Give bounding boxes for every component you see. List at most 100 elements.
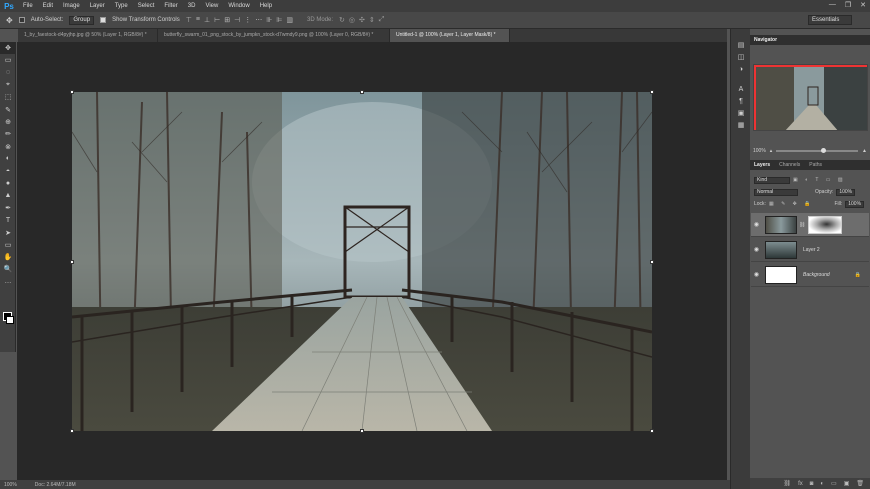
healing-tool-icon[interactable]: ⊕ — [0, 116, 16, 128]
add-mask-icon[interactable]: ◙ — [810, 481, 814, 487]
auto-select-checkbox[interactable] — [18, 17, 25, 23]
layer-row-3[interactable]: ◉ Background 🔒 — [751, 263, 869, 287]
auto-align-icon[interactable]: ▥ — [286, 16, 293, 24]
align-left-icon[interactable]: ⊢ — [214, 16, 220, 24]
tab-doc-2[interactable]: butterfly_swarm_01_png_stock_by_jumpkn_s… — [158, 29, 390, 42]
quick-select-tool-icon[interactable]: ⌖ — [0, 79, 16, 91]
transform-handle-tr[interactable] — [650, 90, 654, 94]
transform-handle-tc[interactable] — [360, 90, 364, 94]
fx-icon[interactable]: fx — [798, 481, 803, 487]
navigator-view-box[interactable] — [754, 65, 867, 130]
adjustment-layer-icon[interactable]: ◐ — [820, 481, 824, 487]
gradient-tool-icon[interactable]: ● — [0, 177, 16, 189]
libraries-icon[interactable]: ▣ — [731, 107, 751, 119]
history-brush-tool-icon[interactable]: ◐ — [0, 153, 16, 165]
align-bottom-icon[interactable]: ⊥ — [204, 16, 210, 24]
lasso-tool-icon[interactable]: ◌ — [0, 67, 16, 79]
menu-edit[interactable]: Edit — [38, 0, 58, 12]
brush-tool-icon[interactable]: ✏ — [0, 128, 16, 140]
move-tool-icon[interactable]: ✥ — [0, 42, 16, 55]
blur-tool-icon[interactable]: ▲ — [0, 190, 16, 202]
blend-mode-dropdown[interactable]: Normal — [754, 188, 798, 196]
properties-icon[interactable]: ◫ — [731, 51, 751, 63]
swatches-icon[interactable]: ▦ — [731, 119, 751, 131]
chain-link-icon[interactable]: ⛓ — [799, 222, 805, 228]
background-color[interactable] — [6, 316, 14, 324]
menu-filter[interactable]: Filter — [159, 0, 182, 12]
tab-layers[interactable]: Layers — [754, 162, 770, 168]
history-icon[interactable]: ▤ — [731, 39, 751, 51]
trash-icon[interactable]: 🗑 — [856, 480, 864, 487]
layer-mask-thumbnail[interactable] — [808, 215, 843, 234]
align-top-icon[interactable]: ⊤ — [186, 16, 192, 24]
path-select-tool-icon[interactable]: ▭ — [0, 239, 16, 251]
menu-file[interactable]: File — [18, 0, 38, 12]
menu-view[interactable]: View — [200, 0, 223, 12]
eyedropper-tool-icon[interactable]: ✎ — [0, 103, 16, 115]
close-button[interactable]: ✕ — [860, 1, 866, 9]
tab-channels[interactable]: Channels — [779, 162, 800, 168]
move-tool-icon[interactable]: ✥ — [6, 16, 13, 25]
tab-navigator[interactable]: Navigator — [754, 37, 777, 43]
filter-icons[interactable]: ▣ ◐ T ▭ ▨ — [793, 177, 846, 183]
navigator-zoom-value[interactable]: 100% — [753, 148, 766, 154]
hand-tool-icon[interactable]: 🔍 — [0, 263, 16, 275]
show-transform-checkbox[interactable] — [100, 17, 107, 23]
auto-select-dropdown[interactable]: Group — [69, 15, 95, 25]
maximize-button[interactable]: ❐ — [845, 1, 851, 9]
paragraph-icon[interactable]: ¶ — [731, 95, 751, 107]
align-middle-icon[interactable]: ≡ — [196, 16, 200, 24]
layer-row-1[interactable]: ◉ ⛓ — [751, 213, 869, 237]
menu-image[interactable]: Image — [58, 0, 85, 12]
shape-tool-icon[interactable]: ✋ — [0, 251, 16, 263]
distribute-icon[interactable]: ⋮ — [244, 16, 251, 24]
link-layers-icon[interactable]: ⛓ — [783, 480, 791, 487]
menu-layer[interactable]: Layer — [85, 0, 110, 12]
menu-select[interactable]: Select — [133, 0, 160, 12]
3d-pan-icon[interactable]: ✣ — [359, 16, 365, 24]
fill-input[interactable]: 100% — [845, 200, 865, 208]
zoom-in-icon[interactable]: ▲ — [862, 148, 867, 154]
lock-icons[interactable]: ▦ ✎ ✥ 🔒 — [769, 201, 814, 207]
bridge-photo[interactable] — [72, 92, 652, 431]
visibility-eye-icon[interactable]: ◉ — [751, 246, 762, 253]
layer-row-2[interactable]: ◉ Layer 2 — [751, 238, 869, 262]
opacity-input[interactable]: 100% — [836, 188, 856, 196]
workspace-dropdown[interactable]: Essentials — [808, 15, 852, 25]
3d-roll-icon[interactable]: ◎ — [349, 16, 355, 24]
3d-slide-icon[interactable]: ⇕ — [369, 16, 375, 24]
canvas-area[interactable] — [17, 42, 727, 480]
menu-3d[interactable]: 3D — [183, 0, 201, 12]
eraser-tool-icon[interactable]: ◓ — [0, 165, 16, 177]
distribute4-icon[interactable]: ⊫ — [276, 16, 282, 24]
crop-tool-icon[interactable]: ⬚ — [0, 91, 16, 103]
lock-icon[interactable]: 🔒 — [855, 272, 861, 278]
adjustments-icon[interactable]: ◑ — [731, 63, 751, 75]
status-zoom[interactable]: 100% — [4, 482, 17, 488]
tab-doc-3[interactable]: Untitled-1 @ 100% (Layer 1, Layer Mask/8… — [390, 29, 510, 42]
transform-handle-tl[interactable] — [70, 90, 74, 94]
minimize-button[interactable]: — — [829, 1, 836, 9]
distribute3-icon[interactable]: ⊪ — [266, 16, 272, 24]
zoom-tool-icon[interactable]: … — [0, 276, 16, 288]
clone-stamp-tool-icon[interactable]: ⊗ — [0, 140, 16, 152]
transform-handle-br[interactable] — [650, 429, 654, 433]
layer-kind-dropdown[interactable]: Kind — [754, 176, 790, 184]
tab-doc-1[interactable]: 1_by_faestock-d4pyjhp.jpg @ 50% (Layer 1… — [18, 29, 158, 42]
distribute2-icon[interactable]: ⋯ — [255, 16, 262, 24]
pen-tool-icon[interactable]: T — [0, 214, 16, 226]
layer-name[interactable]: Background — [803, 272, 830, 278]
menu-window[interactable]: Window — [223, 0, 254, 12]
new-layer-icon[interactable]: ▣ — [844, 480, 850, 487]
tab-paths[interactable]: Paths — [809, 162, 822, 168]
layer-name[interactable]: Layer 2 — [803, 247, 820, 253]
3d-rotate-icon[interactable]: ↻ — [339, 16, 345, 24]
new-group-icon[interactable]: ▭ — [831, 480, 837, 487]
visibility-eye-icon[interactable]: ◉ — [751, 221, 762, 228]
dodge-tool-icon[interactable]: ✒ — [0, 202, 16, 214]
zoom-out-icon[interactable]: ▴ — [770, 148, 773, 154]
character-icon[interactable]: A — [731, 83, 751, 95]
zoom-slider[interactable] — [776, 148, 859, 153]
menu-help[interactable]: Help — [255, 0, 277, 12]
3d-scale-icon[interactable]: ⤢ — [379, 16, 385, 24]
